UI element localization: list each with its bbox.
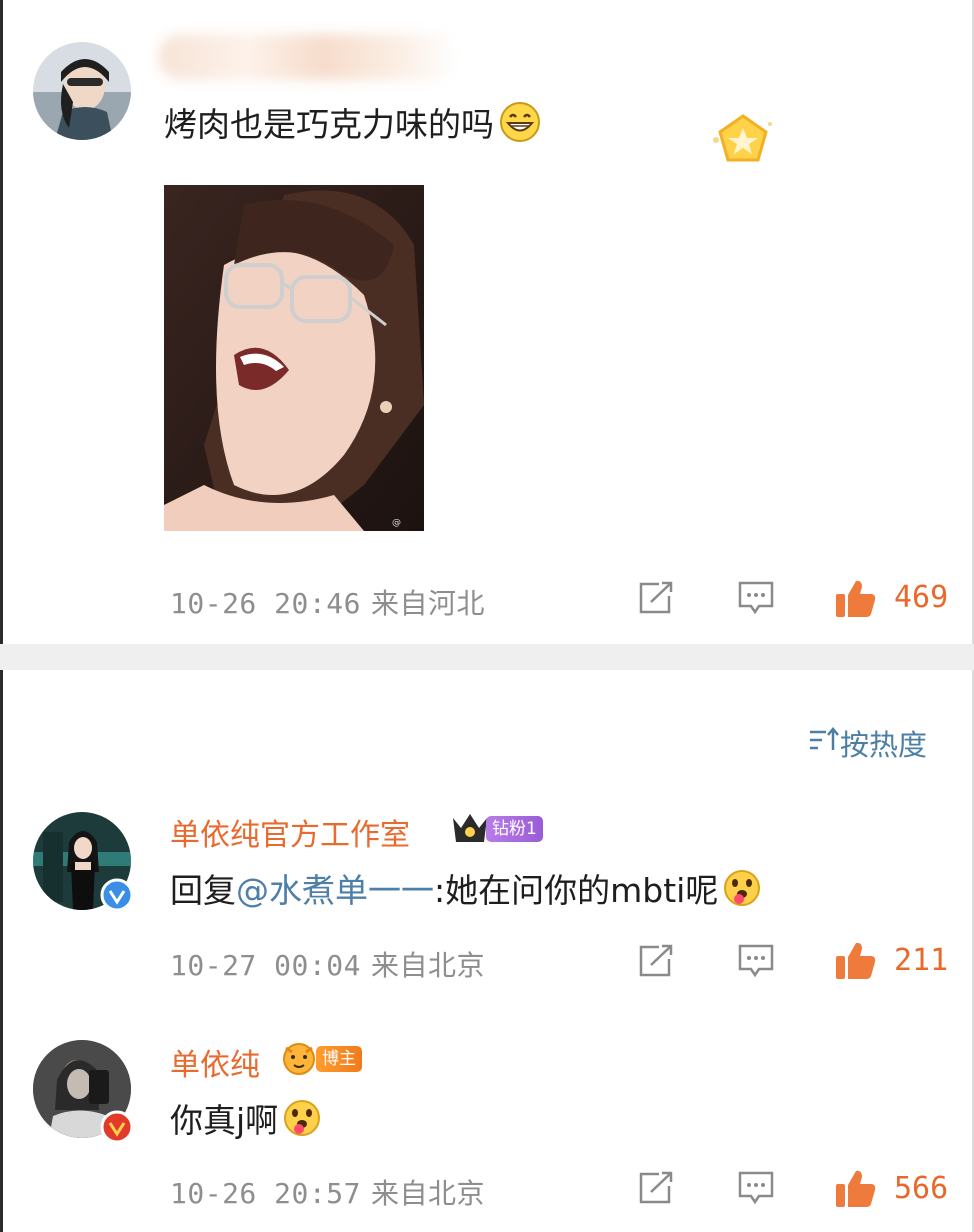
like-thumb-icon[interactable] xyxy=(834,940,878,986)
post-location: 来自河北 xyxy=(370,587,485,620)
repost-icon[interactable] xyxy=(637,943,675,983)
comment-meta: 10-26 20:57 来自北京 xyxy=(170,1172,485,1212)
comment-like-count: 566 xyxy=(894,1171,949,1206)
post-text-content: 烤肉也是巧克力味的吗 xyxy=(164,105,494,144)
post-meta: 10-26 20:46 来自河北 xyxy=(170,582,485,622)
comment-location: 来自北京 xyxy=(370,1177,485,1210)
comment-text-content: :她在问你的mbti呢 xyxy=(434,871,719,910)
sort-label: 按热度 xyxy=(840,728,928,762)
comment-icon[interactable] xyxy=(737,943,775,983)
repost-icon[interactable] xyxy=(637,580,675,620)
verified-badge-icon xyxy=(100,1110,134,1148)
sort-by-hot-button[interactable]: 按热度 xyxy=(808,722,927,764)
comment-username[interactable]: 单依纯 xyxy=(170,1040,260,1084)
comment-username[interactable]: 单依纯官方工作室 xyxy=(170,810,410,854)
crown-icon xyxy=(450,810,490,850)
tiger-icon xyxy=(280,1040,318,1080)
comment-date: 10-26 20:57 xyxy=(170,1177,361,1210)
blogger-badge: 博主 xyxy=(316,1046,362,1072)
comment-icon[interactable] xyxy=(737,1170,775,1210)
comment-location: 来自北京 xyxy=(370,949,485,982)
comment-text-content: 你真j啊 xyxy=(170,1101,279,1140)
fan-level-badge: 钻粉1 xyxy=(486,816,543,842)
grin-emoji-icon xyxy=(498,100,542,153)
mention-link[interactable]: @水煮单一一 xyxy=(236,871,434,910)
reply-prefix: 回复 xyxy=(170,871,236,910)
like-thumb-icon[interactable] xyxy=(834,578,878,624)
post-like-count: 469 xyxy=(894,580,949,615)
sort-icon xyxy=(808,726,840,761)
comment-icon[interactable] xyxy=(737,580,775,620)
comment-text: 你真j啊 xyxy=(170,1098,322,1147)
post-text: 烤肉也是巧克力味的吗 xyxy=(164,100,542,153)
comment-text: 回复@水煮单一一:她在问你的mbti呢 xyxy=(170,868,762,917)
like-thumb-icon[interactable] xyxy=(834,1168,878,1214)
tongue-emoji-icon xyxy=(282,1098,322,1147)
tongue-emoji-icon xyxy=(722,868,762,917)
post-photo[interactable]: @ xyxy=(164,185,424,531)
gold-star-badge-icon xyxy=(708,110,778,174)
comment-like-count: 211 xyxy=(894,943,949,978)
post-author-avatar[interactable] xyxy=(33,42,131,140)
section-divider xyxy=(0,644,974,670)
comment-meta: 10-27 00:04 来自北京 xyxy=(170,944,485,984)
repost-icon[interactable] xyxy=(637,1170,675,1210)
comment-date: 10-27 00:04 xyxy=(170,949,361,982)
verified-badge-icon xyxy=(100,878,134,916)
post-date: 10-26 20:46 xyxy=(170,587,361,620)
svg-text:@: @ xyxy=(392,518,401,528)
author-name-blurred xyxy=(158,34,458,80)
window-left-edge xyxy=(0,0,3,1232)
